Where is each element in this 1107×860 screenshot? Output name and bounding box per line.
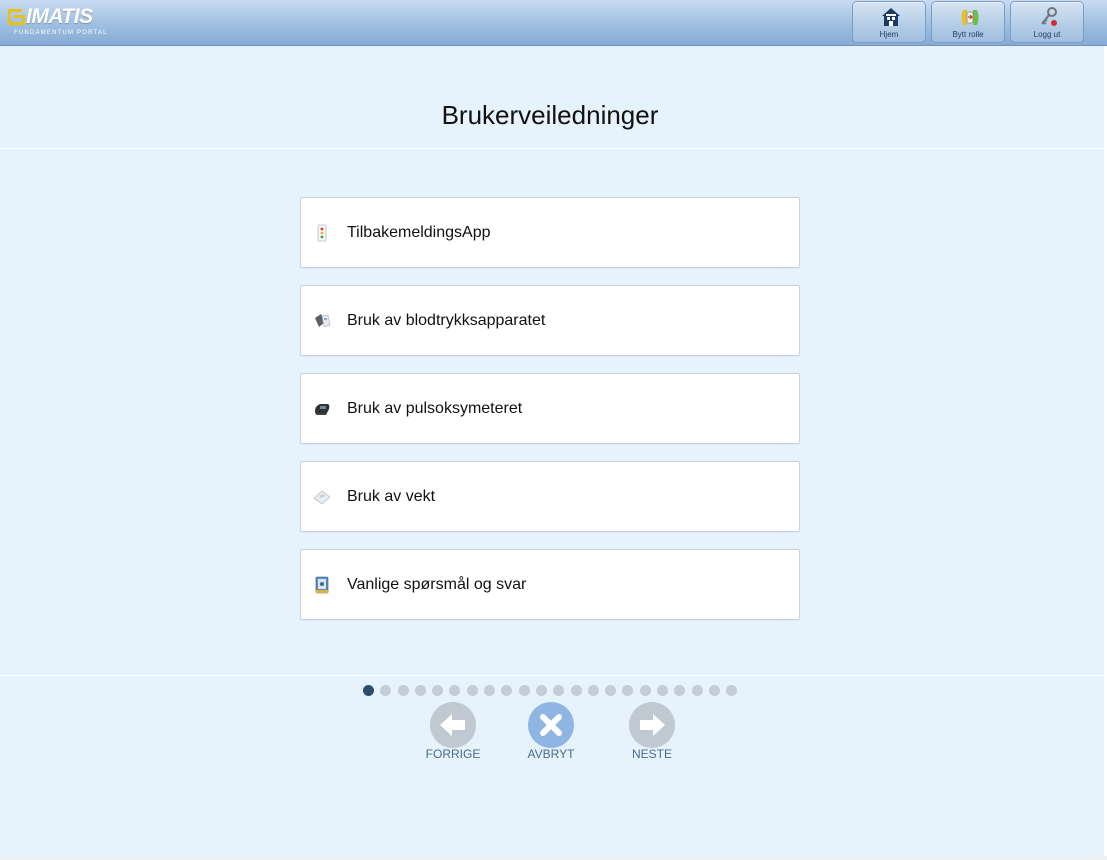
pagination-dot[interactable] bbox=[397, 685, 409, 696]
pagination-dot[interactable] bbox=[570, 685, 582, 696]
key-icon bbox=[1041, 7, 1057, 26]
house-icon bbox=[882, 8, 900, 26]
logout-button-label: Logg ut bbox=[1033, 30, 1061, 39]
pagination-dot[interactable] bbox=[708, 685, 720, 696]
guide-item-label: Bruk av vekt bbox=[347, 488, 436, 505]
previous-label: FORRIGE bbox=[425, 747, 481, 761]
faq-book-icon bbox=[315, 576, 329, 594]
pagination-dot[interactable] bbox=[657, 685, 669, 696]
scale-icon bbox=[313, 490, 331, 505]
guide-item-label: Vanlige spørsmål og svar bbox=[347, 576, 527, 593]
previous-button[interactable]: FORRIGE bbox=[413, 702, 493, 762]
bottom-divider bbox=[0, 675, 1104, 676]
next-label: NESTE bbox=[631, 747, 672, 761]
pagination-dot[interactable] bbox=[363, 685, 374, 696]
guide-item-label: Bruk av pulsoksymeteret bbox=[347, 400, 523, 417]
pagination-dot[interactable] bbox=[587, 685, 599, 696]
page-title: Brukerveiledninger bbox=[441, 100, 659, 130]
guide-item-label: Bruk av blodtrykksapparatet bbox=[347, 312, 546, 329]
blood-pressure-icon bbox=[315, 314, 331, 328]
next-button[interactable]: NESTE bbox=[612, 702, 692, 762]
switch-role-icon bbox=[961, 10, 979, 25]
pagination-dot[interactable] bbox=[674, 685, 686, 696]
next-circle bbox=[629, 702, 675, 748]
pagination-dots bbox=[363, 685, 738, 696]
logo-text: IMATIS bbox=[26, 5, 93, 28]
pagination-dot[interactable] bbox=[484, 685, 496, 696]
pagination-dot[interactable] bbox=[535, 685, 547, 696]
bottom-edge bbox=[0, 856, 1107, 860]
pagination-dot[interactable] bbox=[518, 685, 530, 696]
switch-role-button[interactable]: Bytt rolle bbox=[931, 1, 1005, 43]
guide-item-scale[interactable]: Bruk av vekt bbox=[300, 461, 800, 532]
feedback-app-icon bbox=[317, 224, 327, 242]
pagination-dot[interactable] bbox=[605, 685, 617, 696]
guide-item-faq[interactable]: Vanlige spørsmål og svar bbox=[300, 549, 800, 620]
guide-item-pulse-oximeter[interactable]: Bruk av pulsoksymeteret bbox=[300, 373, 800, 444]
pagination-dot[interactable] bbox=[726, 685, 738, 696]
pagination-dot[interactable] bbox=[466, 685, 478, 696]
switch-role-button-label: Bytt rolle bbox=[952, 30, 984, 39]
cancel-label: AVBRYT bbox=[527, 747, 575, 761]
arrow-left-icon bbox=[440, 714, 465, 736]
cancel-button[interactable]: AVBRYT bbox=[511, 702, 591, 762]
home-button[interactable]: Hjem bbox=[852, 1, 926, 43]
logo-subtitle: FUNDAMENTUM PORTAL bbox=[14, 30, 108, 36]
pagination-dot[interactable] bbox=[449, 685, 461, 696]
guide-item-blood-pressure[interactable]: Bruk av blodtrykksapparatet bbox=[300, 285, 800, 356]
top-bar: IMATIS FUNDAMENTUM PORTAL Hjem Bytt roll… bbox=[0, 0, 1107, 46]
logout-button[interactable]: Logg ut bbox=[1010, 1, 1084, 43]
pagination-dot[interactable] bbox=[414, 685, 426, 696]
title-divider bbox=[0, 148, 1104, 149]
cancel-circle bbox=[528, 702, 574, 748]
logo-mark-icon bbox=[8, 9, 25, 25]
pagination-dot[interactable] bbox=[553, 685, 565, 696]
close-icon bbox=[540, 714, 562, 736]
pagination-dot[interactable] bbox=[691, 685, 703, 696]
previous-circle bbox=[430, 702, 476, 748]
home-button-label: Hjem bbox=[879, 30, 899, 39]
arrow-right-icon bbox=[640, 714, 665, 736]
pulse-oximeter-icon bbox=[315, 404, 330, 415]
guide-item-tilbakemeldingsapp[interactable]: TilbakemeldingsApp bbox=[300, 197, 800, 268]
pagination-dot[interactable] bbox=[639, 685, 651, 696]
pagination-dot[interactable] bbox=[501, 685, 513, 696]
pagination-dot[interactable] bbox=[380, 685, 392, 696]
pagination-dot[interactable] bbox=[432, 685, 444, 696]
guide-item-label: TilbakemeldingsApp bbox=[347, 224, 491, 241]
imatis-logo: IMATIS FUNDAMENTUM PORTAL bbox=[8, 5, 108, 39]
pagination-dot[interactable] bbox=[622, 685, 634, 696]
